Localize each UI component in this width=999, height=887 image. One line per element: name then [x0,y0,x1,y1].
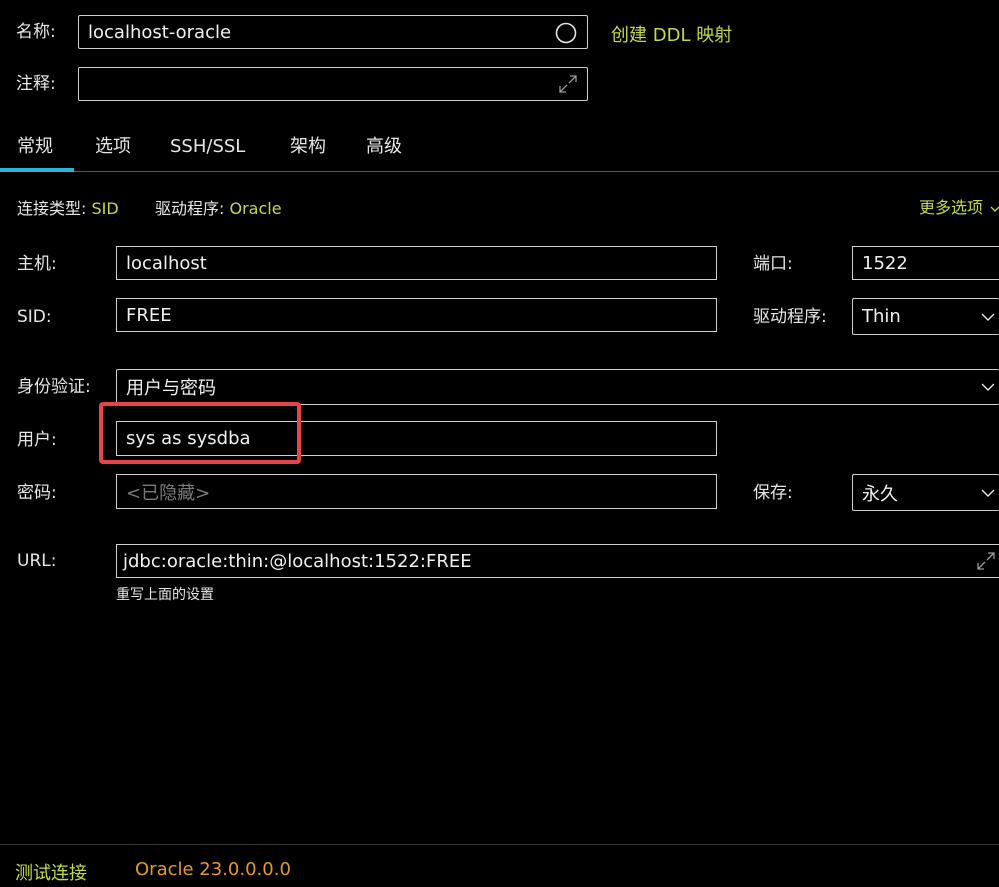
password-label: 密码: [17,483,57,503]
active-tab-indicator [0,168,74,172]
port-value: 1522 [862,252,908,274]
chevron-down-icon [981,489,995,497]
user-label: 用户: [17,430,57,450]
host-input[interactable]: localhost [116,246,717,280]
url-value: jdbc:oracle:thin:@localhost:1522:FREE [123,550,472,572]
expand-icon[interactable] [557,73,579,95]
name-value: localhost-oracle [88,21,232,43]
port-label: 端口: [753,254,793,274]
conn-type-label: 连接类型: [17,199,87,218]
test-connection-button[interactable]: 测试连接 [15,859,87,885]
expand-icon[interactable] [975,550,997,572]
sid-value: FREE [126,304,172,326]
name-input[interactable]: localhost-oracle [78,15,588,49]
driver-select[interactable]: Thin [852,298,999,335]
name-label: 名称: [16,22,56,42]
tab-divider [74,171,999,172]
highlight-box [99,402,301,464]
driver-info-value[interactable]: Oracle [230,199,282,218]
url-label: URL: [17,551,57,571]
conn-type: 连接类型: SID [17,195,119,219]
more-options-link[interactable]: 更多选项 [919,194,999,218]
save-value: 永久 [862,483,898,505]
circle-icon[interactable] [555,22,577,44]
comment-input[interactable] [78,67,588,101]
password-input[interactable]: <已隐藏> [116,474,717,509]
driver-info-label: 驱动程序: [155,199,225,218]
footer-divider [0,844,999,845]
save-label: 保存: [753,483,793,503]
tab-advanced[interactable]: 高级 [366,136,402,158]
tab-ssh-ssl[interactable]: SSH/SSL [170,136,245,158]
auth-select[interactable]: 用户与密码 [116,369,999,405]
driver-info: 驱动程序: Oracle [155,195,282,219]
url-hint: 重写上面的设置 [116,587,214,603]
host-label: 主机: [17,254,57,274]
chevron-down-icon [990,206,999,212]
tab-options[interactable]: 选项 [95,136,131,158]
chevron-down-icon [981,313,995,321]
url-input[interactable]: jdbc:oracle:thin:@localhost:1522:FREE [116,544,999,578]
chevron-down-icon [981,383,995,391]
more-options-label: 更多选项 [919,198,984,217]
tab-schema[interactable]: 架构 [290,136,326,158]
port-input[interactable]: 1522 [852,246,999,280]
host-value: localhost [126,252,207,274]
conn-type-value[interactable]: SID [92,199,119,218]
create-ddl-link[interactable]: 创建 DDL 映射 [611,21,732,47]
tab-general[interactable]: 常规 [17,136,53,158]
save-select[interactable]: 永久 [852,474,999,511]
password-placeholder: <已隐藏> [126,482,211,504]
driver-version: Oracle 23.0.0.0.0 [135,859,291,880]
driver-label: 驱动程序: [753,307,827,327]
sid-label: SID: [17,307,52,327]
sid-input[interactable]: FREE [116,298,717,332]
driver-value: Thin [862,306,901,327]
comment-label: 注释: [16,74,56,94]
auth-value: 用户与密码 [126,378,216,399]
auth-label: 身份验证: [17,377,91,397]
